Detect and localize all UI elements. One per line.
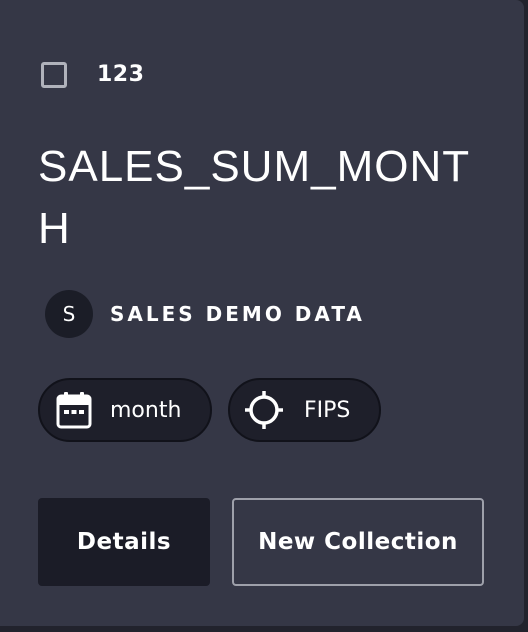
tag-label: FIPS [304, 397, 351, 423]
dataset-title: SALES_SUM_MONTH [38, 142, 471, 253]
select-checkbox[interactable] [41, 62, 67, 88]
calendar-icon [54, 390, 94, 430]
tag-chip-fips[interactable]: FIPS [228, 378, 381, 442]
crosshair-icon [244, 390, 284, 430]
source-avatar: S [45, 290, 93, 338]
numeric-type-label: 123 [97, 62, 145, 87]
source-name: SALES DEMO DATA [110, 302, 365, 326]
new-collection-button[interactable]: New Collection [232, 498, 484, 586]
tag-chip-month[interactable]: month [38, 378, 212, 442]
data-source: S SALES DEMO DATA [45, 290, 365, 338]
tag-label: month [110, 397, 182, 423]
dataset-card: 123 SALES_SUM_MONTH S SALES DEMO DATA mo… [0, 0, 524, 626]
details-button[interactable]: Details [38, 498, 210, 586]
